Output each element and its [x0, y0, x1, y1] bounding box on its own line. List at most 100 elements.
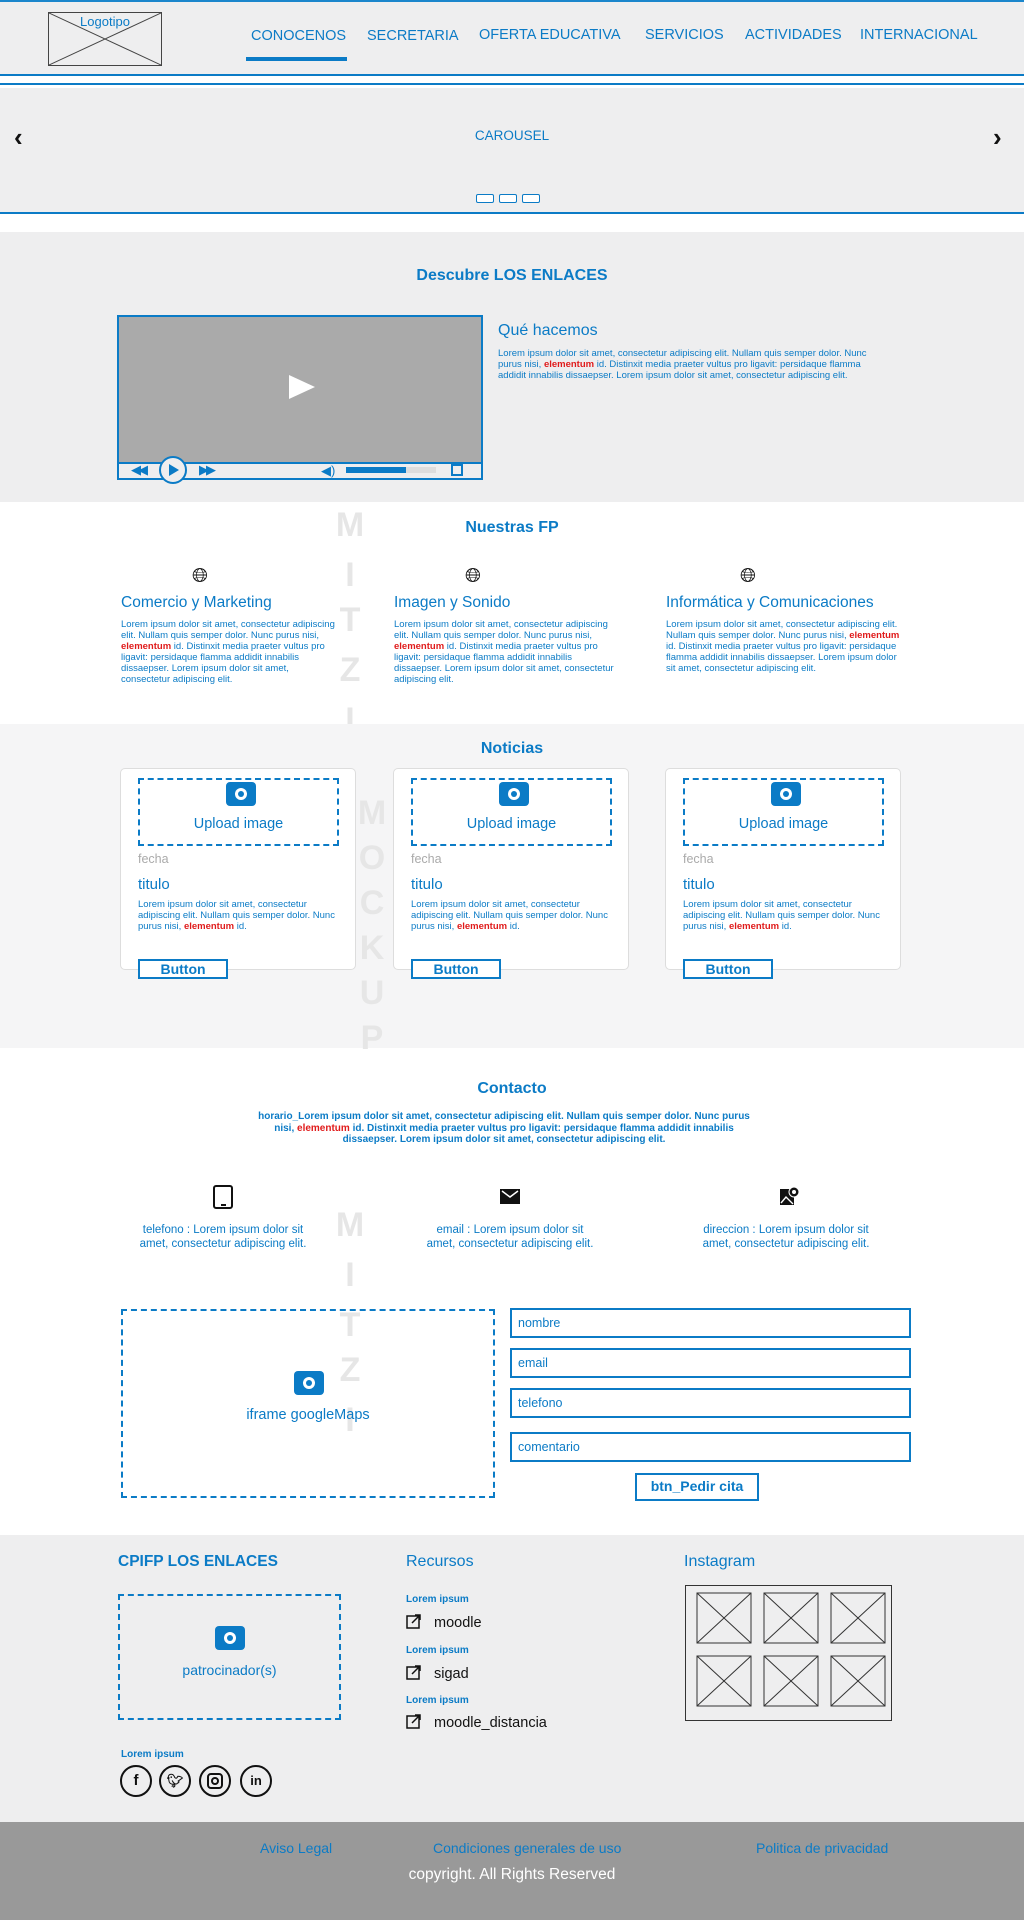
nav-servicios[interactable]: SERVICIOS — [645, 27, 724, 43]
watermark-letter: I — [345, 556, 355, 594]
volume-icon[interactable]: ◀) — [321, 463, 335, 479]
watermark-letter: T — [339, 601, 361, 639]
carousel-top-border — [0, 83, 1024, 85]
map-icon — [778, 1185, 800, 1207]
watermark-letter: M — [335, 1206, 365, 1244]
sponsor-area[interactable]: patrocinador(s) — [118, 1594, 341, 1720]
external-link-icon — [406, 1613, 422, 1629]
watermark-letter: O — [358, 839, 386, 877]
watermark-letter: M — [357, 794, 387, 832]
footer-brand: CPIFP LOS ENLACES — [118, 1553, 278, 1570]
phone-icon — [213, 1185, 233, 1209]
watermark-letter: I — [345, 1256, 355, 1294]
resource-sigad-link[interactable]: sigad — [434, 1666, 469, 1682]
comentario-field[interactable]: comentario — [510, 1432, 911, 1462]
about-text: Lorem ipsum dolor sit amet, consectetur … — [498, 348, 867, 381]
sponsor-label: patrocinador(s) — [182, 1662, 277, 1678]
contact-telefono: telefono : Lorem ipsum dolor sit amet, c… — [139, 1224, 307, 1250]
fast-forward-icon[interactable]: ▶▶ — [199, 462, 216, 478]
resource-caption: Lorem ipsum — [406, 1695, 469, 1706]
instagram-icon[interactable] — [199, 1765, 231, 1797]
globe-icon: 🌐︎ — [465, 565, 481, 587]
resource-caption: Lorem ipsum — [406, 1594, 469, 1605]
pedir-cita-button[interactable]: btn_Pedir cita — [635, 1473, 759, 1501]
camera-icon — [215, 1626, 245, 1650]
email-icon — [500, 1189, 520, 1204]
globe-icon: 🌐︎ — [740, 565, 756, 587]
nav-internacional[interactable]: INTERNACIONAL — [860, 27, 978, 43]
upload-image-area[interactable]: Upload image — [683, 778, 884, 846]
play-icon[interactable] — [159, 456, 187, 484]
resources-title: Recursos — [406, 1553, 474, 1570]
video-play-icon[interactable] — [287, 373, 317, 401]
watermark-letter: U — [359, 974, 385, 1012]
nav-conocenos[interactable]: CONOCENOS — [251, 28, 346, 44]
carousel-bottom-border — [0, 212, 1024, 214]
carousel-dot[interactable] — [522, 194, 540, 203]
header-divider — [0, 74, 1024, 76]
condiciones-link[interactable]: Condiciones generales de uso — [433, 1840, 621, 1856]
watermark-letter: P — [360, 1019, 384, 1057]
external-link-icon — [406, 1713, 422, 1729]
resource-caption: Lorem ipsum — [406, 1645, 469, 1656]
fp-text: Lorem ipsum dolor sit amet, consectetur … — [394, 619, 614, 685]
nav-active-indicator — [246, 57, 347, 61]
facebook-icon[interactable]: f — [120, 1765, 152, 1797]
carousel-dot[interactable] — [499, 194, 517, 203]
contact-title: Contacto — [477, 1080, 547, 1097]
camera-icon — [294, 1371, 324, 1395]
news-button[interactable]: Button — [683, 959, 773, 979]
contact-horario: horario_Lorem ipsum dolor sit amet, cons… — [258, 1111, 750, 1145]
news-button[interactable]: Button — [411, 959, 501, 979]
news-button[interactable]: Button — [138, 959, 228, 979]
instagram-title: Instagram — [684, 1553, 756, 1570]
fullscreen-icon[interactable] — [451, 464, 463, 476]
camera-icon — [771, 782, 801, 806]
news-heading: titulo — [411, 876, 443, 893]
fp-title: Nuestras FP — [465, 519, 559, 536]
telefono-field[interactable]: telefono — [510, 1388, 911, 1418]
news-card: Upload image fecha titulo Lorem ipsum do… — [120, 768, 356, 979]
twitter-icon[interactable]: 🐦︎ — [159, 1765, 191, 1797]
nav-actividades[interactable]: ACTIVIDADES — [745, 27, 842, 43]
nav-oferta-educativa[interactable]: OFERTA EDUCATIVA — [479, 27, 621, 43]
news-heading: titulo — [138, 876, 170, 893]
watermark-letter: Z — [339, 651, 361, 689]
logo[interactable]: Logotipo — [48, 12, 162, 66]
news-title: Noticias — [480, 740, 544, 757]
carousel-dot[interactable] — [476, 194, 494, 203]
privacidad-link[interactable]: Politica de privacidad — [756, 1840, 888, 1856]
news-date: fecha — [138, 852, 169, 866]
news-text: Lorem ipsum dolor sit amet, consectetur … — [138, 899, 335, 932]
fp-name: Imagen y Sonido — [394, 594, 511, 611]
nav-secretaria[interactable]: SECRETARIA — [367, 28, 459, 44]
upload-image-label: Upload image — [466, 816, 557, 832]
copyright: copyright. All Rights Reserved — [408, 1866, 616, 1883]
fp-name: Informática y Comunicaciones — [666, 594, 874, 611]
linkedin-icon[interactable]: in — [240, 1765, 272, 1797]
watermark-letter: K — [359, 929, 385, 967]
resource-moodle-distancia-link[interactable]: moodle_distancia — [434, 1715, 547, 1731]
external-link-icon — [406, 1664, 422, 1680]
nombre-field[interactable]: nombre — [510, 1308, 911, 1338]
upload-image-area[interactable]: Upload image — [411, 778, 612, 846]
resource-moodle-link[interactable]: moodle — [434, 1615, 482, 1631]
globe-icon: 🌐︎ — [192, 565, 208, 587]
google-maps-iframe[interactable]: iframe googleMaps — [121, 1309, 495, 1498]
about-title: Descubre LOS ENLACES — [416, 267, 608, 284]
about-subtitle: Qué hacemos — [498, 322, 598, 339]
contact-direccion: direccion : Lorem ipsum dolor sit amet, … — [702, 1224, 870, 1250]
fp-name: Comercio y Marketing — [121, 594, 272, 611]
rewind-icon[interactable]: ◀◀ — [131, 462, 148, 478]
fp-text: Lorem ipsum dolor sit amet, consectetur … — [666, 619, 900, 674]
camera-icon — [226, 782, 256, 806]
logo-label: Logotipo — [80, 14, 130, 29]
news-date: fecha — [411, 852, 442, 866]
volume-slider[interactable] — [346, 467, 436, 473]
upload-image-label: Upload image — [738, 816, 829, 832]
upload-image-area[interactable]: Upload image — [138, 778, 339, 846]
watermark-letter: C — [359, 884, 385, 922]
aviso-legal-link[interactable]: Aviso Legal — [260, 1840, 332, 1856]
email-field[interactable]: email — [510, 1348, 911, 1378]
social-label: Lorem ipsum — [121, 1749, 184, 1760]
